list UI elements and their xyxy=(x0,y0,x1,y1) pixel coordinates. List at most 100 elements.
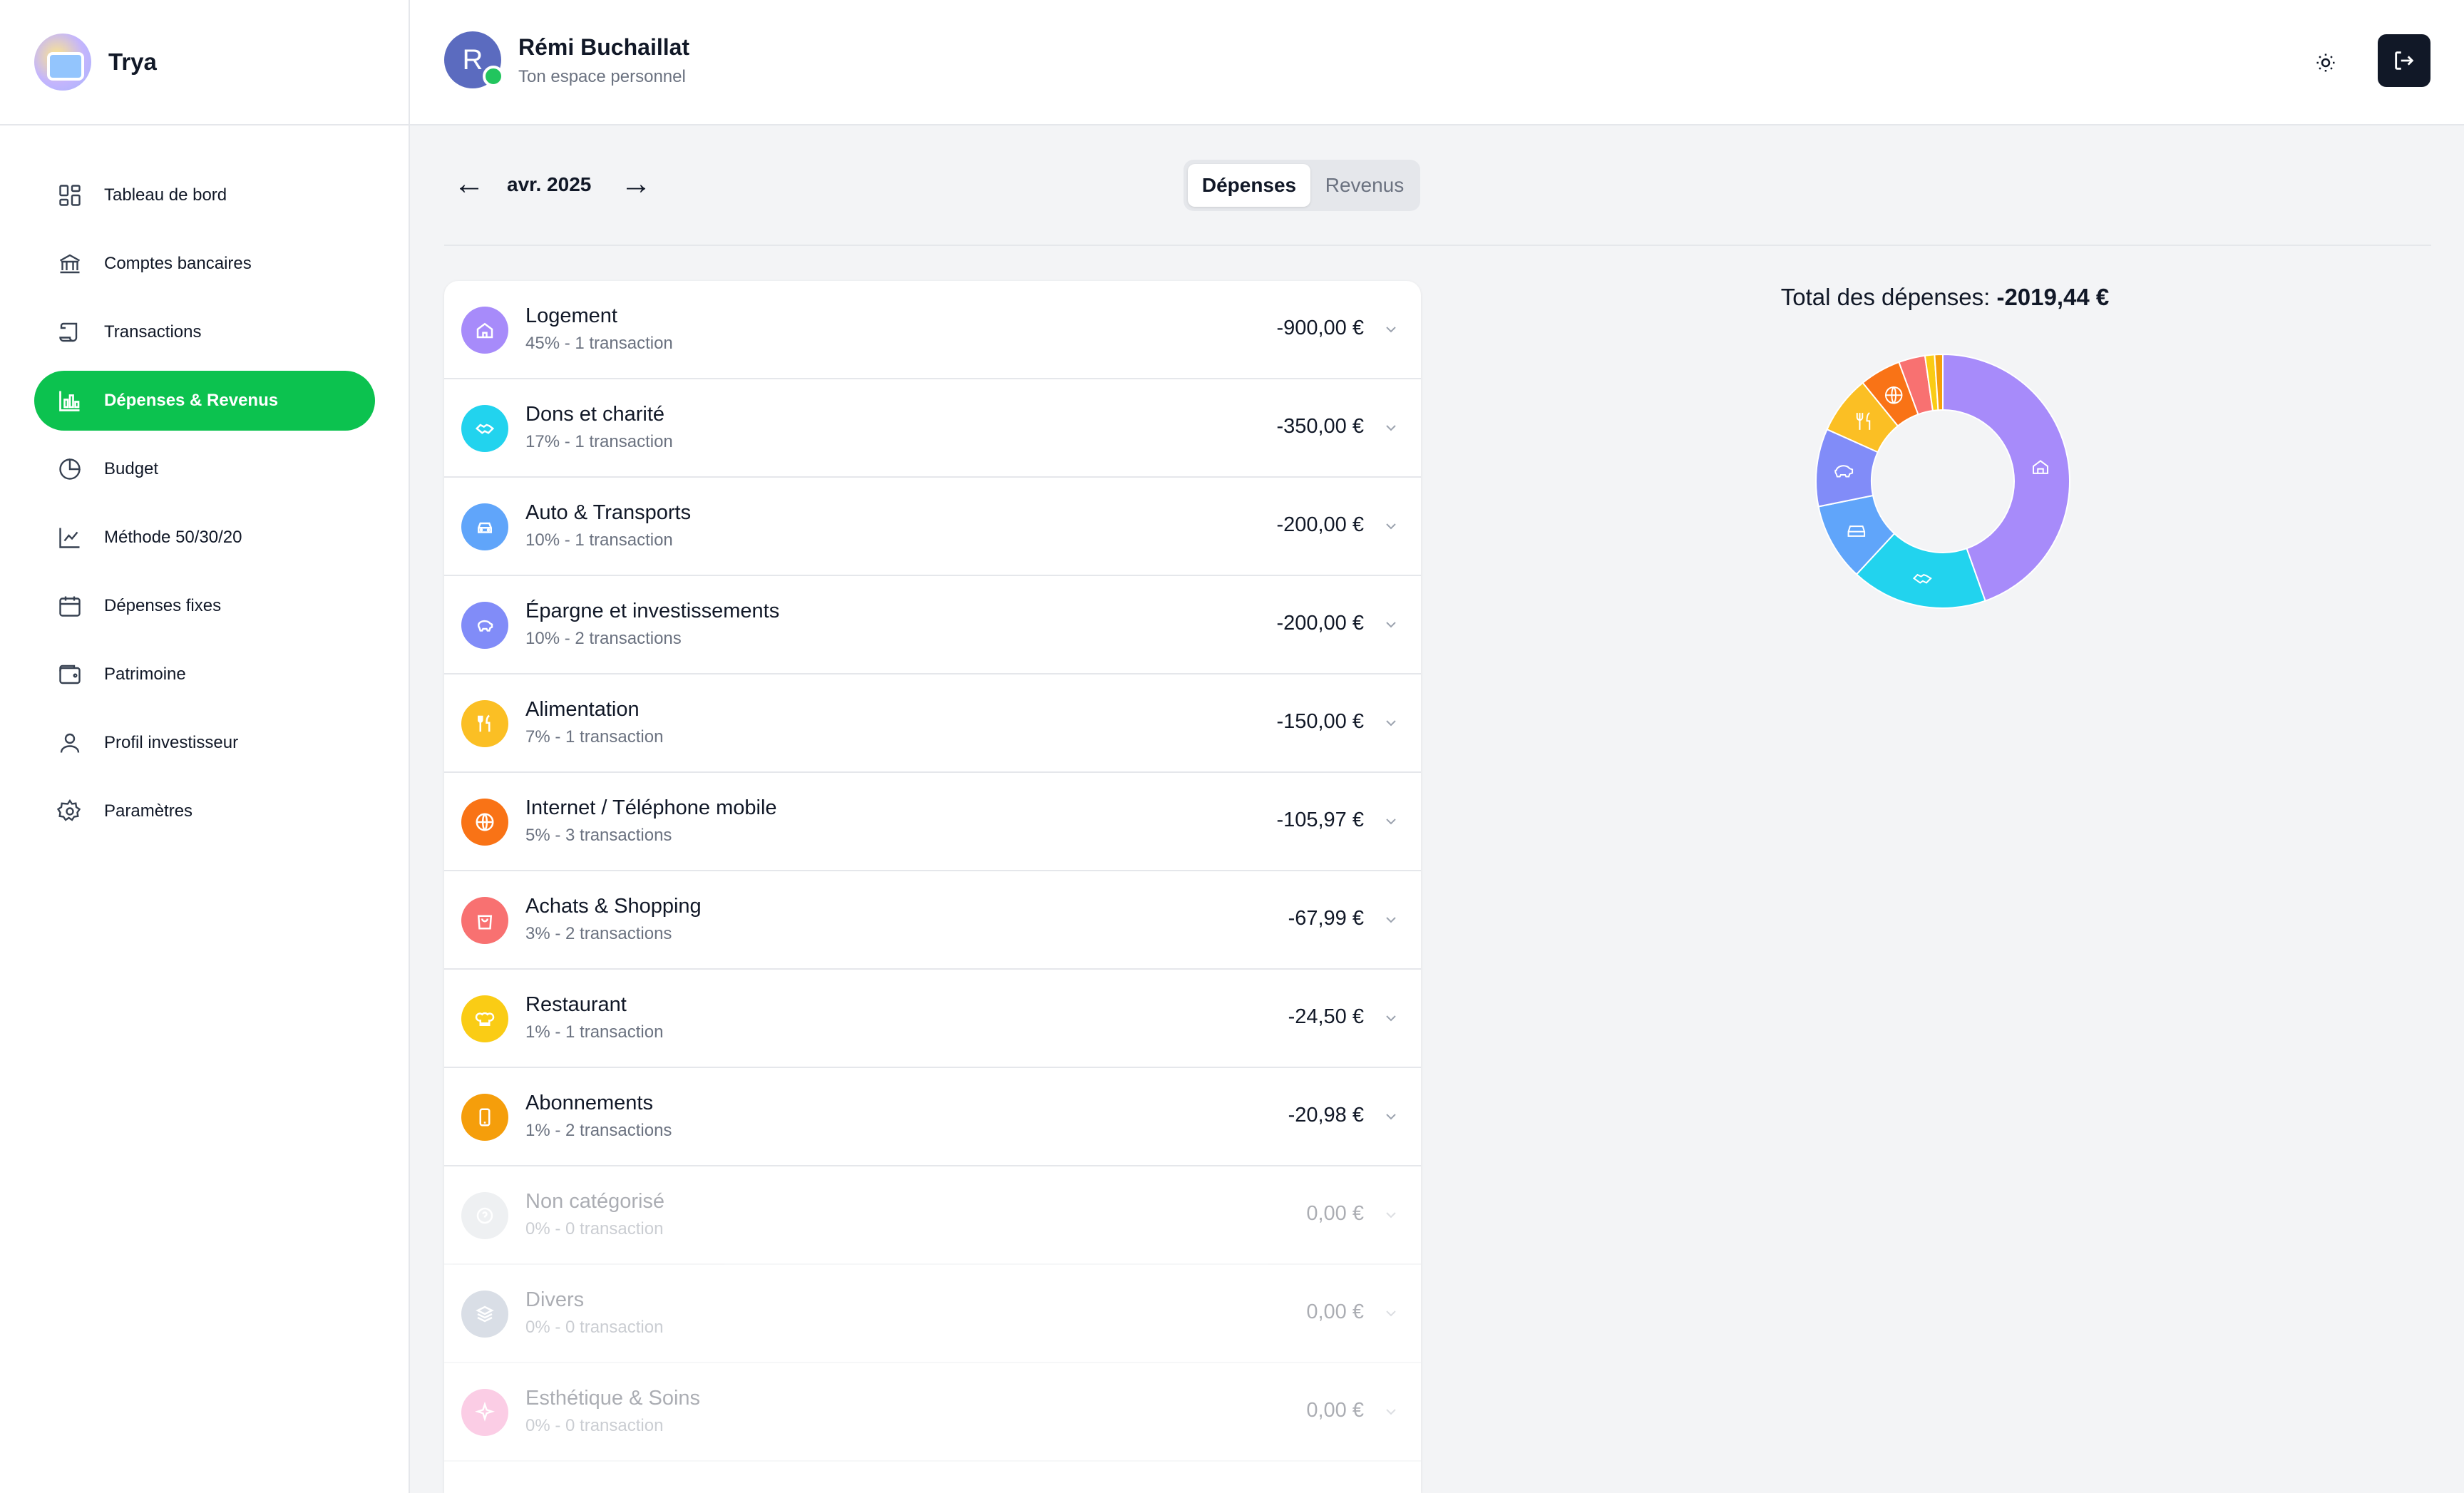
category-amount: 0,00 € xyxy=(1306,1399,1364,1422)
chevron-down-icon[interactable] xyxy=(1382,714,1400,732)
category-row-internet-telephone[interactable]: Internet / Téléphone mobile 5% - 3 trans… xyxy=(444,773,1421,871)
chevron-down-icon[interactable] xyxy=(1382,813,1400,830)
category-row-logement[interactable]: Logement 45% - 1 transaction -900,00 € xyxy=(444,281,1421,379)
category-meta: 10% - 2 transactions xyxy=(525,629,682,648)
chevron-down-icon[interactable] xyxy=(1382,1108,1400,1125)
category-meta: 10% - 1 transaction xyxy=(525,530,673,550)
chart-title-prefix: Total des dépenses: xyxy=(1780,284,1997,310)
category-row-auto-transports[interactable]: Auto & Transports 10% - 1 transaction -2… xyxy=(444,478,1421,576)
category-amount: -20,98 € xyxy=(1288,1104,1364,1127)
chevron-down-icon[interactable] xyxy=(1382,1305,1400,1322)
category-name: Esthétique & Soins xyxy=(525,1387,701,1410)
category-name: Restaurant xyxy=(525,993,627,1016)
home-icon xyxy=(461,307,508,354)
category-row-alimentation[interactable]: Alimentation 7% - 1 transaction -150,00 … xyxy=(444,674,1421,773)
piggy-bank-icon xyxy=(461,602,508,649)
current-month-label: avr. 2025 xyxy=(507,173,592,195)
question-icon xyxy=(461,1192,508,1239)
category-name: Épargne et investissements xyxy=(525,600,780,622)
category-row-abonnements[interactable]: Abonnements 1% - 2 transactions -20,98 € xyxy=(444,1068,1421,1166)
chevron-down-icon[interactable] xyxy=(1382,321,1400,338)
handshake-icon xyxy=(461,405,508,452)
category-row-epargne[interactable]: Épargne et investissements 10% - 2 trans… xyxy=(444,576,1421,674)
scroll-icon xyxy=(59,322,78,342)
bank-icon xyxy=(59,254,81,274)
wallet-icon xyxy=(59,665,81,684)
globe-icon xyxy=(461,799,508,846)
category-meta: 0% - 0 transaction xyxy=(525,1219,664,1238)
brand[interactable]: Trya xyxy=(0,0,410,125)
category-row-divers[interactable]: Divers 0% - 0 transaction 0,00 € xyxy=(444,1265,1421,1363)
chef-hat-icon xyxy=(461,995,508,1042)
category-amount: 0,00 € xyxy=(1306,1202,1364,1225)
sidebar-item-profil-investisseur[interactable]: Profil investisseur xyxy=(34,713,375,773)
chevron-down-icon[interactable] xyxy=(1382,1206,1400,1223)
sun-icon xyxy=(2316,53,2335,72)
utensils-icon xyxy=(461,700,508,747)
category-row-dons-et-charite[interactable]: Dons et charité 17% - 1 transaction -350… xyxy=(444,379,1421,478)
chevron-down-icon[interactable] xyxy=(1382,518,1400,535)
chevron-down-icon[interactable] xyxy=(1382,419,1400,436)
category-meta: 1% - 1 transaction xyxy=(525,1022,664,1042)
sidebar-item-patrimoine[interactable]: Patrimoine xyxy=(34,645,375,704)
app-name: Trya xyxy=(108,48,157,75)
previous-month-button[interactable]: ← xyxy=(453,168,485,200)
sidebar-item-label: Comptes bancaires xyxy=(104,254,252,273)
sidebar-item-label: Méthode 50/30/20 xyxy=(104,528,242,547)
sidebar-item-depenses-revenus[interactable]: Dépenses & Revenus xyxy=(34,371,375,431)
tab-depenses[interactable]: Dépenses xyxy=(1188,164,1310,207)
logout-icon xyxy=(2395,51,2414,70)
sidebar-item-label: Tableau de bord xyxy=(104,185,227,205)
sidebar-item-tableau-de-bord[interactable]: Tableau de bord xyxy=(34,165,375,225)
category-meta: 7% - 1 transaction xyxy=(525,727,664,747)
section-divider xyxy=(444,245,2431,246)
sidebar-item-label: Paramètres xyxy=(104,801,193,821)
sidebar-item-label: Profil investisseur xyxy=(104,733,239,752)
category-row-restaurant[interactable]: Restaurant 1% - 1 transaction -24,50 € xyxy=(444,970,1421,1068)
logout-button[interactable] xyxy=(2378,34,2430,87)
category-amount: -150,00 € xyxy=(1276,710,1364,733)
expenses-donut-chart xyxy=(1815,353,2070,609)
category-meta: 3% - 2 transactions xyxy=(525,924,672,943)
line-chart-icon xyxy=(59,528,80,548)
chevron-down-icon[interactable] xyxy=(1382,1010,1400,1027)
layers-icon xyxy=(461,1291,508,1338)
chevron-down-icon[interactable] xyxy=(1382,1403,1400,1420)
category-row-esthetique-soins[interactable]: Esthétique & Soins 0% - 0 transaction 0,… xyxy=(444,1363,1421,1462)
category-name: Internet / Téléphone mobile xyxy=(525,796,777,819)
category-amount: -900,00 € xyxy=(1276,317,1364,339)
sidebar-item-transactions[interactable]: Transactions xyxy=(34,302,375,362)
category-amount: -67,99 € xyxy=(1288,907,1364,930)
tab-revenus[interactable]: Revenus xyxy=(1313,164,1416,207)
category-amount: -200,00 € xyxy=(1276,612,1364,635)
sidebar-item-comptes-bancaires[interactable]: Comptes bancaires xyxy=(34,234,375,294)
gear-icon xyxy=(57,799,81,821)
sparkle-icon xyxy=(461,1389,508,1436)
category-name: Logement xyxy=(525,304,617,327)
sidebar-item-methode-50-30-20[interactable]: Méthode 50/30/20 xyxy=(34,508,375,568)
bar-chart-icon xyxy=(59,391,80,411)
category-meta: 45% - 1 transaction xyxy=(525,334,673,353)
sidebar-item-budget[interactable]: Budget xyxy=(34,439,375,499)
category-row-non-categorise[interactable]: Non catégorisé 0% - 0 transaction 0,00 € xyxy=(444,1166,1421,1265)
sidebar-item-parametres[interactable]: Paramètres xyxy=(34,781,375,841)
category-name: Achats & Shopping xyxy=(525,895,702,918)
category-name: Auto & Transports xyxy=(525,501,692,524)
category-meta: 17% - 1 transaction xyxy=(525,432,673,451)
theme-toggle-button[interactable] xyxy=(2304,41,2347,84)
top-header: R Rémi Buchaillat Ton espace personnel xyxy=(410,0,2464,125)
pie-chart-icon xyxy=(59,458,81,480)
category-row-achats-shopping[interactable]: Achats & Shopping 3% - 2 transactions -6… xyxy=(444,871,1421,970)
user-subtitle: Ton espace personnel xyxy=(518,67,686,86)
category-name: Alimentation xyxy=(525,698,640,721)
sidebar-item-label: Patrimoine xyxy=(104,665,186,684)
chevron-down-icon[interactable] xyxy=(1382,911,1400,928)
calendar-icon xyxy=(59,596,81,617)
phone-icon xyxy=(461,1094,508,1141)
sidebar-item-label: Dépenses & Revenus xyxy=(104,391,279,410)
category-name: Divers xyxy=(525,1288,585,1311)
chevron-down-icon[interactable] xyxy=(1382,616,1400,633)
sidebar-item-depenses-fixes[interactable]: Dépenses fixes xyxy=(34,576,375,636)
sidebar-item-label: Budget xyxy=(104,459,159,478)
next-month-button[interactable]: → xyxy=(620,168,652,200)
